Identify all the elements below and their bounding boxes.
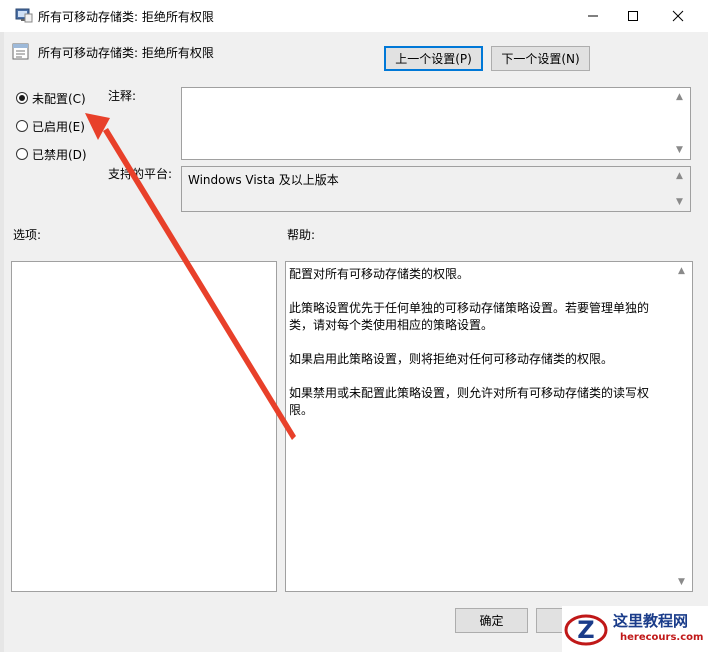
annotation-arrow <box>85 113 296 440</box>
annotation-arrow-shaft <box>103 128 296 440</box>
